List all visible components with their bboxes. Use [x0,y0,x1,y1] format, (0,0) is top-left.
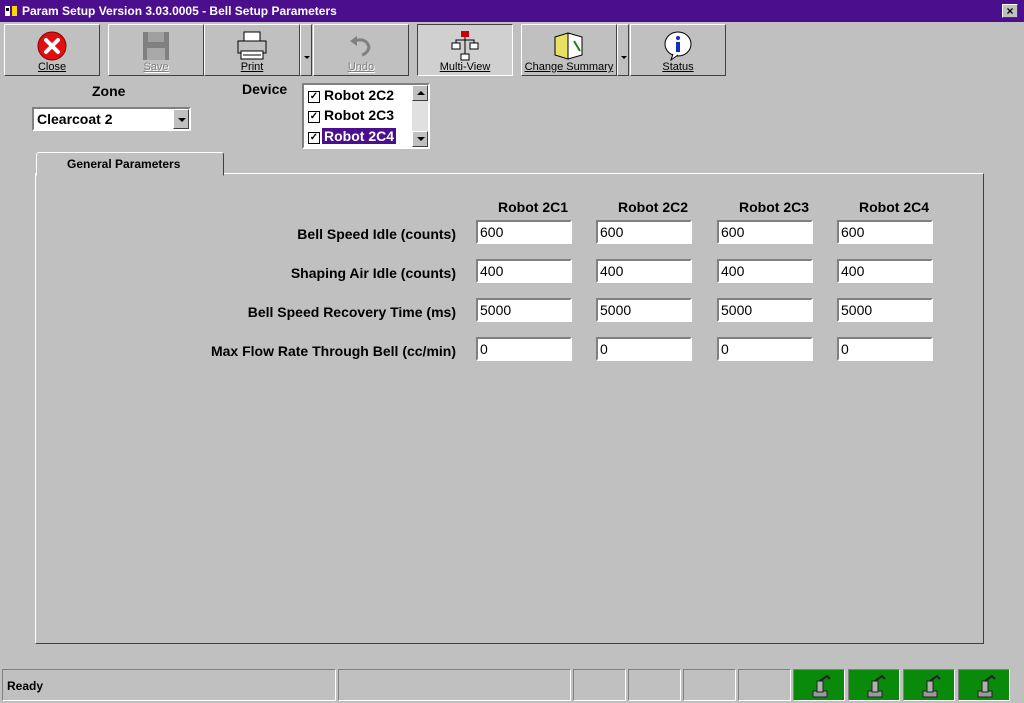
close-button-label: Close [37,61,67,73]
row-label-bell-speed-idle: Bell Speed Idle (counts) [297,226,456,242]
device-checkbox[interactable]: ✓ [308,91,320,103]
column-header-robot-2c3: Robot 2C3 [739,199,809,215]
print-button[interactable]: Print [204,24,300,76]
column-header-robot-2c2: Robot 2C2 [618,199,688,215]
bell-speed-idle-field-robot-2c3[interactable] [717,220,813,244]
device-checkbox[interactable]: ✓ [308,111,320,123]
bell-speed-recovery-field-robot-2c1[interactable] [476,298,572,322]
info-icon [664,31,692,62]
save-button[interactable]: Save [108,24,204,76]
tab-general-parameters[interactable]: General Parameters [36,152,224,176]
device-item-label: Robot 2C4 [322,128,396,144]
zone-label: Zone [92,83,126,99]
max-flow-rate-field-robot-2c3[interactable] [717,337,813,361]
window-title: Param Setup Version 3.03.0005 - Bell Set… [22,4,337,18]
row-label-shaping-air-idle: Shaping Air Idle (counts) [290,265,456,281]
undo-icon [350,36,371,57]
bell-speed-recovery-field-robot-2c2[interactable] [596,298,692,322]
close-button[interactable]: Close [4,24,100,76]
status-pane [683,669,736,701]
undo-button-label: Undo [347,61,375,73]
print-button-label: Print [240,61,264,73]
app-icon [5,6,17,16]
bell-speed-idle-field-robot-2c1[interactable] [476,220,572,244]
change-summary-button[interactable]: Change Summary [521,24,617,76]
device-checkbox[interactable]: ✓ [308,132,320,144]
change-summary-icon [554,32,583,60]
zone-select-value: Clearcoat 2 [37,111,113,127]
robot-status-indicator [903,669,955,701]
device-item-robot-2c3[interactable]: ✓ Robot 2C3 [306,106,414,126]
scroll-up-icon[interactable] [412,85,428,101]
status-pane [628,669,681,701]
printer-icon [237,31,267,60]
status-pane-main: Ready [2,669,336,701]
column-header-robot-2c4: Robot 2C4 [859,199,929,215]
status-pane [573,669,626,701]
shaping-air-idle-field-robot-2c2[interactable] [596,259,692,283]
shaping-air-idle-field-robot-2c3[interactable] [717,259,813,283]
robot-icon [867,674,886,698]
change-summary-dropdown-button[interactable] [617,24,629,76]
robot-icon [977,674,996,698]
device-item-label: Robot 2C2 [324,87,394,103]
shaping-air-idle-field-robot-2c1[interactable] [476,259,572,283]
status-button[interactable]: Status [630,24,726,76]
max-flow-rate-field-robot-2c4[interactable] [837,337,933,361]
status-button-label: Status [662,61,694,73]
status-text: Ready [7,679,44,693]
max-flow-rate-field-robot-2c1[interactable] [476,337,572,361]
robot-status-indicator [848,669,900,701]
device-item-robot-2c2[interactable]: ✓ Robot 2C2 [306,86,414,106]
undo-button[interactable]: Undo [313,24,409,76]
status-pane [738,669,791,701]
row-label-max-flow-rate: Max Flow Rate Through Bell (cc/min) [210,343,456,359]
shaping-air-idle-field-robot-2c4[interactable] [837,259,933,283]
row-label-bell-speed-recovery-time: Bell Speed Recovery Time (ms) [247,304,456,320]
chevron-down-icon[interactable] [173,109,189,129]
max-flow-rate-field-robot-2c2[interactable] [596,337,692,361]
zone-select[interactable]: Clearcoat 2 [32,107,191,131]
column-header-robot-2c1: Robot 2C1 [498,199,568,215]
bell-speed-recovery-field-robot-2c4[interactable] [837,298,933,322]
device-item-label: Robot 2C3 [324,107,394,123]
title-bar: Param Setup Version 3.03.0005 - Bell Set… [0,0,1024,22]
device-listbox[interactable]: ✓ Robot 2C2 ✓ Robot 2C3 ✓ Robot 2C4 [302,83,430,149]
status-pane [338,669,571,701]
bell-speed-recovery-field-robot-2c3[interactable] [717,298,813,322]
multi-view-button[interactable]: Multi-View [417,24,513,76]
robot-status-indicator [958,669,1010,701]
robot-status-indicator [793,669,845,701]
device-scrollbar[interactable] [412,85,428,147]
print-dropdown-button[interactable] [300,24,312,76]
robot-icon [922,674,941,698]
save-button-label: Save [143,61,169,73]
multi-view-button-label: Multi-View [439,61,491,73]
change-summary-button-label: Change Summary [524,61,614,73]
bell-speed-idle-field-robot-2c4[interactable] [837,220,933,244]
device-label: Device [242,81,288,97]
close-icon [37,31,67,61]
tab-label: General Parameters [67,157,181,171]
bell-speed-idle-field-robot-2c2[interactable] [596,220,692,244]
multi-view-icon [451,31,479,61]
save-icon [143,32,169,60]
robot-icon [812,674,831,698]
window-close-button[interactable]: × [1002,4,1018,18]
scroll-down-icon[interactable] [412,131,428,147]
device-item-robot-2c4[interactable]: ✓ Robot 2C4 [306,127,414,147]
